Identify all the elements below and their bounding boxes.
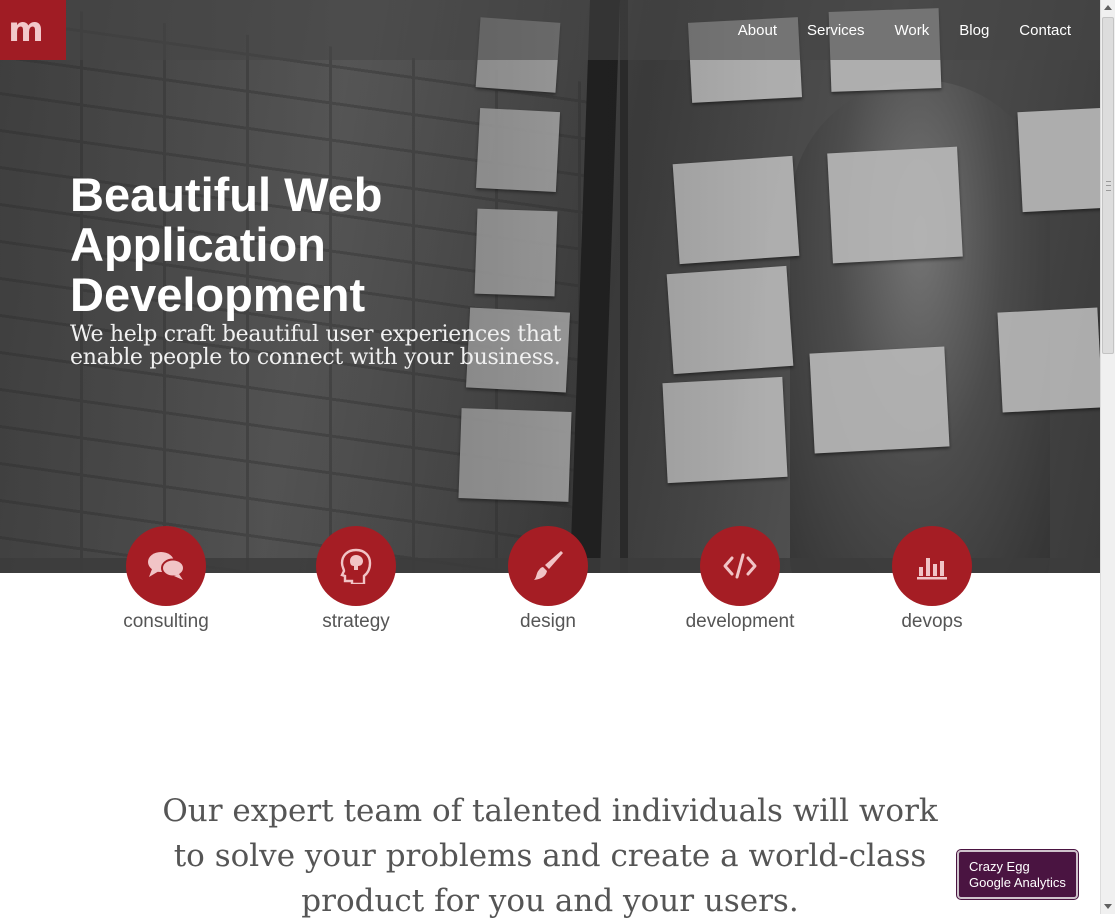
top-navigation-bar: m About Services Work Blog Contact: [0, 0, 1100, 60]
nav-link-services[interactable]: Services: [792, 22, 880, 39]
service-circle[interactable]: [126, 526, 206, 606]
hero-headline: Beautiful Web Application Development: [70, 168, 383, 321]
service-design[interactable]: design: [468, 526, 628, 633]
paintbrush-icon: [534, 551, 563, 580]
vertical-scrollbar[interactable]: [1100, 0, 1115, 914]
widget-line-crazy-egg: Crazy Egg: [969, 859, 1030, 874]
site-logo[interactable]: m: [0, 0, 66, 60]
service-development[interactable]: development: [660, 526, 820, 633]
hero-section: Beautiful Web Application Development We…: [0, 0, 1100, 573]
service-consulting[interactable]: consulting: [86, 526, 246, 633]
hero-subheading: We help craft beautiful user experiences…: [70, 322, 562, 370]
service-circle[interactable]: [700, 526, 780, 606]
service-circle[interactable]: [508, 526, 588, 606]
service-label: consulting: [123, 611, 209, 632]
scroll-down-arrow-icon[interactable]: [1101, 898, 1115, 914]
intro-tagline: Our expert team of talented individuals …: [162, 793, 938, 919]
service-label: devops: [901, 611, 963, 632]
main-nav: About Services Work Blog Contact: [723, 0, 1086, 60]
scrollbar-grip: [1106, 181, 1111, 191]
analytics-widget[interactable]: Crazy Egg Google Analytics: [957, 850, 1078, 899]
scroll-up-arrow-icon[interactable]: [1101, 0, 1115, 16]
service-circle[interactable]: [316, 526, 396, 606]
code-icon: [723, 553, 757, 579]
service-circle[interactable]: [892, 526, 972, 606]
nav-link-about[interactable]: About: [723, 22, 792, 39]
service-strategy[interactable]: strategy: [276, 526, 436, 633]
logo-mark: m: [8, 10, 43, 50]
nav-link-contact[interactable]: Contact: [1004, 22, 1086, 39]
service-label: development: [685, 611, 795, 632]
service-label: strategy: [322, 611, 390, 632]
service-devops[interactable]: devops: [852, 526, 1012, 633]
speech-bubbles-icon: [148, 552, 185, 580]
widget-line-google-analytics: Google Analytics: [969, 875, 1066, 890]
nav-link-blog[interactable]: Blog: [944, 22, 1004, 39]
service-label: design: [520, 611, 576, 632]
scrollbar-thumb[interactable]: [1102, 17, 1114, 354]
head-brain-icon: [340, 548, 372, 584]
bar-chart-icon: [917, 558, 947, 580]
nav-link-work[interactable]: Work: [880, 22, 945, 39]
